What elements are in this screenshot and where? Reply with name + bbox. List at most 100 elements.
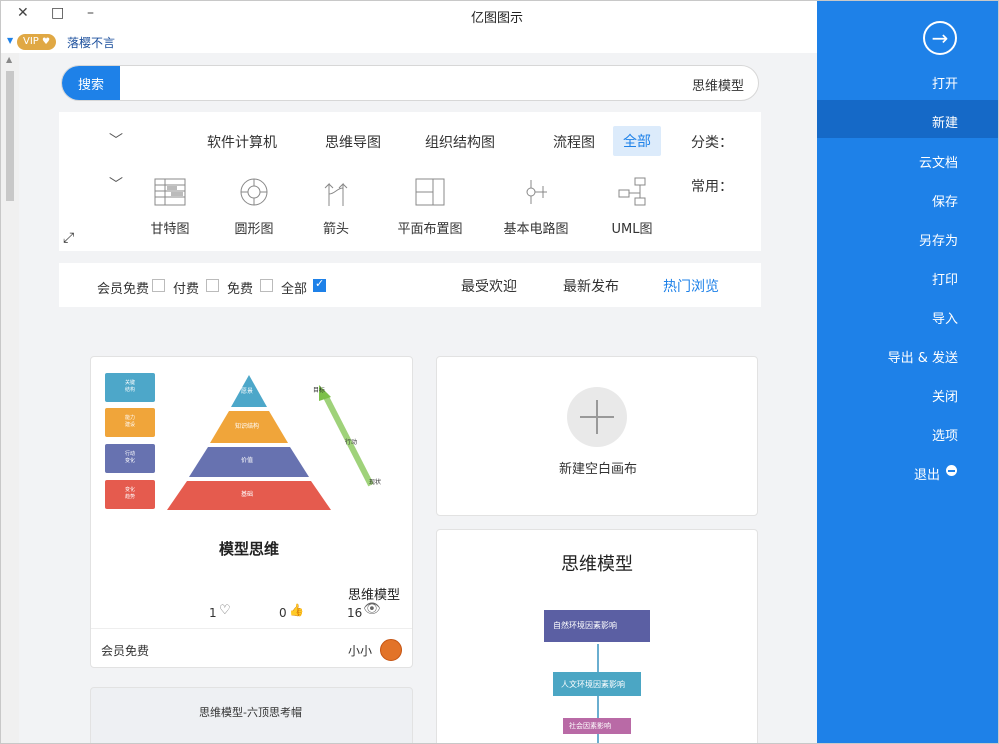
tab-popular[interactable]: 最受欢迎 xyxy=(461,276,517,296)
filter-all-label: 全部 xyxy=(281,282,308,297)
preview-box-4: 变化 趋势 xyxy=(124,487,135,500)
menu-print[interactable]: 打印 xyxy=(932,269,958,288)
diamond-icon: ♥ xyxy=(42,37,51,47)
fullscreen-icon[interactable]: ⤢ xyxy=(63,230,74,246)
like-icon[interactable]: 👍 xyxy=(289,603,304,617)
gantt-icon xyxy=(154,178,186,206)
vertical-scrollbar[interactable]: ▲ xyxy=(1,53,19,743)
new-blank-card[interactable]: 新建空白画布 xyxy=(436,356,758,516)
preview-level-1: 愿景 xyxy=(241,388,254,395)
minimize-button[interactable]: – xyxy=(87,5,94,21)
category-label: 分类： xyxy=(691,135,733,151)
menu-import[interactable]: 导入 xyxy=(932,308,958,327)
views-count: 16 xyxy=(347,606,363,620)
preview-level-2: 知识结构 xyxy=(235,423,260,430)
scroll-up-icon[interactable]: ▲ xyxy=(6,55,12,64)
favorite-icon[interactable]: ♡ xyxy=(219,603,231,618)
vip-label: VIP xyxy=(23,36,39,47)
views-icon: 👁 xyxy=(363,601,381,617)
close-button[interactable]: ✕ xyxy=(17,5,29,21)
scroll-thumb[interactable] xyxy=(6,71,14,201)
backstage-menu: → 打开 新建 云文档 保存 另存为 打印 导入 导出 & 发送 关闭 选项 退… xyxy=(817,1,998,743)
circuit-icon xyxy=(526,180,547,204)
expand-categories-icon[interactable]: ﹀ xyxy=(109,130,123,150)
template-uml-label: UML图 xyxy=(611,222,653,237)
preview-box-2: 能力 建设 xyxy=(124,415,135,428)
side-selection-highlight xyxy=(817,100,998,138)
expand-common-icon[interactable]: ﹀ xyxy=(109,174,123,194)
mind-box-2-label: 人文环境因素影响 xyxy=(561,680,625,689)
filter-member-checkbox[interactable] xyxy=(152,279,165,292)
add-icon xyxy=(567,387,627,447)
category-mind-map[interactable]: 思维导图 xyxy=(325,132,381,152)
menu-save[interactable]: 保存 xyxy=(932,191,958,210)
menu-cloud-docs[interactable]: 云文档 xyxy=(919,152,958,171)
category-org-chart[interactable]: 组织结构图 xyxy=(425,132,495,152)
favorite-count: 1 xyxy=(209,606,217,620)
card-divider xyxy=(91,628,412,629)
category-software[interactable]: 软件计算机 xyxy=(207,132,277,152)
filter-free-checkbox[interactable] xyxy=(260,279,273,292)
template-floor-plan[interactable]: 平面布置图 xyxy=(395,176,465,237)
filter-paid-checkbox[interactable] xyxy=(206,279,219,292)
menu-export-send[interactable]: 导出 & 发送 xyxy=(888,347,958,366)
price-label: 会员免费 xyxy=(101,644,150,658)
template-card-partial[interactable]: 思维模型-六顶思考帽 xyxy=(90,687,413,743)
preview-arrow-label-1: 目标 xyxy=(313,387,326,394)
menu-new[interactable]: 新建 xyxy=(932,112,958,131)
template-circuit-label: 基本电路图 xyxy=(503,222,569,237)
category-flowchart[interactable]: 流程图 xyxy=(553,132,595,152)
search-input[interactable]: 思维模型 xyxy=(692,75,744,94)
like-count: 0 xyxy=(279,606,287,620)
search-button[interactable]: 搜索 xyxy=(62,66,120,100)
filter-free-label: 免费 xyxy=(227,282,254,297)
preview-level-4: 基础 xyxy=(241,491,254,498)
floor-plan-icon xyxy=(415,178,445,206)
tab-hot[interactable]: 热门浏览 xyxy=(663,276,719,296)
mind-box-1-label: 自然环境因素影响 xyxy=(553,621,617,630)
common-label: 常用： xyxy=(691,179,733,195)
search-bar: 搜索 思维模型 xyxy=(61,65,759,101)
preview-title: 模型思维 xyxy=(219,540,280,558)
arrows-icon xyxy=(324,182,348,206)
author-name: 小小 xyxy=(347,644,372,658)
uml-icon xyxy=(618,177,646,206)
new-blank-label: 新建空白画布 xyxy=(559,462,638,477)
menu-exit[interactable]: 退出 xyxy=(914,464,940,483)
preview-arrow-label-2: 行动 xyxy=(345,439,358,446)
preview-level-3: 价值 xyxy=(241,457,254,464)
maximize-button[interactable]: □ xyxy=(51,5,64,21)
template-arrows-label: 箭头 xyxy=(322,222,349,237)
mind-model-card[interactable]: 思维模型 自然环境因素影响 人文环境因素影响 社会因素影响 xyxy=(436,529,758,743)
check-icon: ✓ xyxy=(315,277,325,290)
mind-box-3-label: 社会因素影响 xyxy=(569,722,611,730)
menu-save-as[interactable]: 另存为 xyxy=(919,230,958,249)
template-circle-chart-label: 圆形图 xyxy=(234,222,274,237)
category-all[interactable]: 全部 xyxy=(613,126,661,156)
window-title: 亿图图示 xyxy=(471,11,524,26)
template-arrows[interactable]: 箭头 xyxy=(301,176,371,237)
menu-open[interactable]: 打开 xyxy=(932,73,958,92)
filter-paid-label: 付费 xyxy=(173,282,200,297)
exit-icon xyxy=(946,465,957,476)
mind-card-title: 思维模型 xyxy=(561,554,633,575)
filter-all-checkbox[interactable]: ✓ xyxy=(313,277,326,292)
user-name[interactable]: 落樱不言 xyxy=(67,34,115,51)
template-card[interactable]: 愿景 知识结构 价值 基础 关键 结构 能力 建设 行动 变化 变化 趋势 目标… xyxy=(90,356,413,668)
category-panel: 分类： 全部 流程图 组织结构图 思维导图 软件计算机 ﹀ 常用： UML图 基… xyxy=(59,112,761,251)
template-uml[interactable]: UML图 xyxy=(597,176,667,237)
tab-newest[interactable]: 最新发布 xyxy=(563,276,619,296)
partial-card-title: 思维模型-六顶思考帽 xyxy=(199,706,302,719)
template-gantt[interactable]: 甘特图 xyxy=(135,176,205,237)
dropdown-icon[interactable]: ▼ xyxy=(7,36,13,45)
circle-chart-icon xyxy=(240,178,268,206)
template-circle-chart[interactable]: 圆形图 xyxy=(219,176,289,237)
app-window: ✕ □ – 亿图图示 ▼ VIP ♥ 落樱不言 ▲ 搜索 思维模型 分类： 全部… xyxy=(0,0,999,744)
menu-close[interactable]: 关闭 xyxy=(932,386,958,405)
template-circuit[interactable]: 基本电路图 xyxy=(501,176,571,237)
preview-box-1: 关键 结构 xyxy=(124,380,135,393)
back-arrow-icon[interactable]: → xyxy=(923,21,957,55)
author-avatar xyxy=(380,639,402,661)
menu-options[interactable]: 选项 xyxy=(932,425,958,444)
template-gantt-label: 甘特图 xyxy=(150,222,190,237)
